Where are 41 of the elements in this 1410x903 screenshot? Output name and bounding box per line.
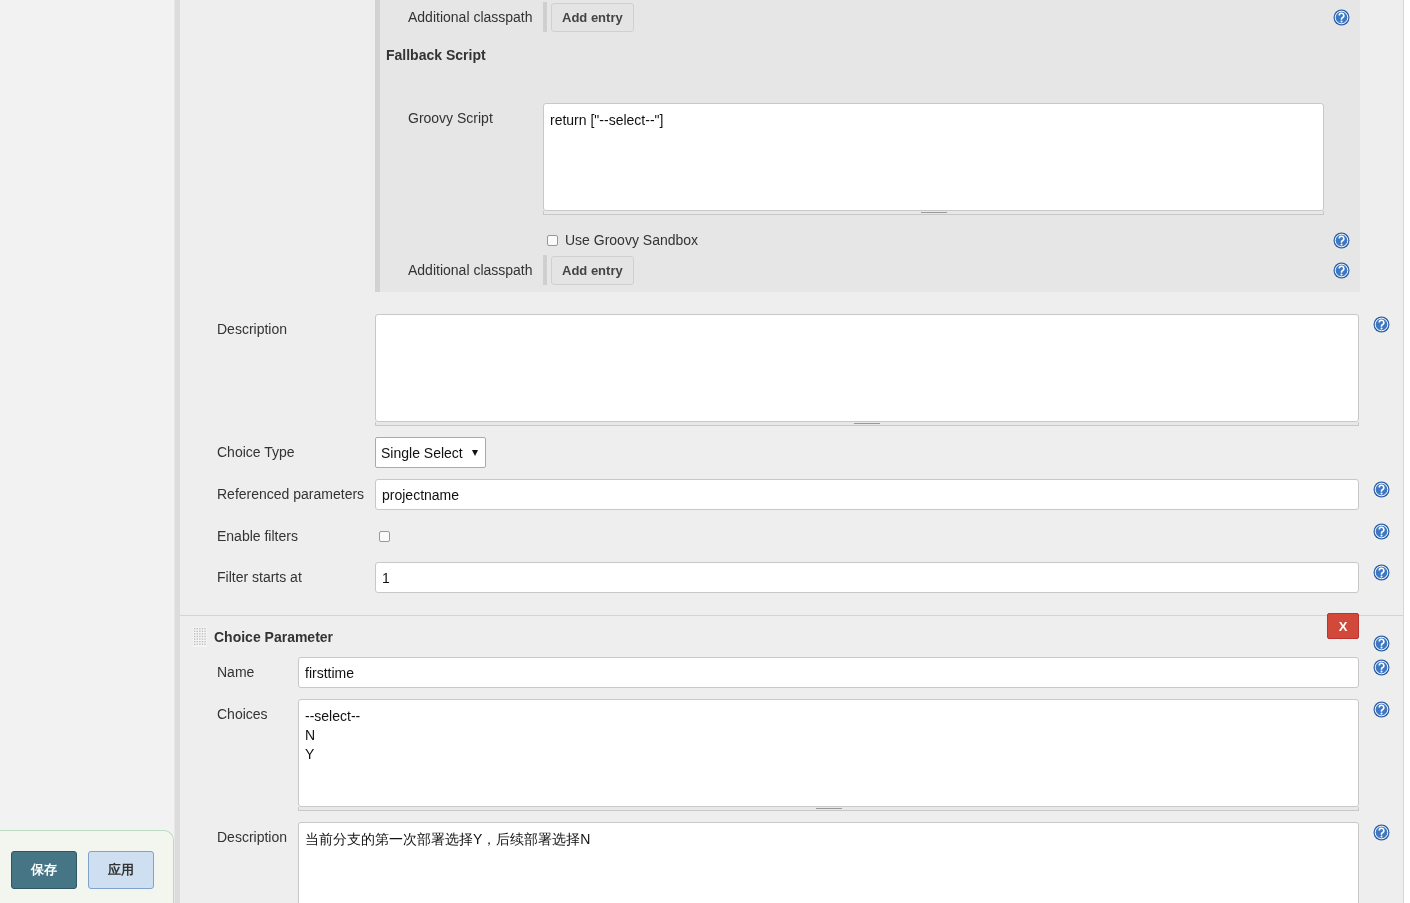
help-icon[interactable] — [1372, 316, 1390, 333]
save-button[interactable]: 保存 — [11, 851, 77, 889]
field-label: Choice Type — [216, 443, 296, 460]
dropdown[interactable]: Single Select — [375, 437, 486, 468]
field-label: Choices — [216, 705, 269, 722]
section-title: Choice Parameter — [214, 629, 334, 645]
field-label: Enable filters — [216, 527, 299, 544]
help-icon[interactable] — [1372, 701, 1390, 718]
help-icon[interactable] — [1333, 261, 1350, 279]
text-input[interactable]: 1 — [375, 562, 1359, 593]
help-icon[interactable] — [1333, 231, 1350, 249]
field-label: Referenced parameters — [216, 485, 366, 502]
text-input[interactable]: projectname — [375, 479, 1359, 510]
text-input[interactable]: firsttime — [298, 657, 1359, 688]
script-text-area[interactable]: return ["--select--"] — [543, 103, 1324, 211]
apply-button[interactable]: 应用 — [88, 851, 154, 889]
add-entry-button[interactable]: Add entry — [551, 255, 634, 285]
help-icon[interactable] — [1372, 824, 1390, 841]
caret-icon — [471, 449, 478, 456]
field-label: Description — [216, 828, 289, 845]
help-icon[interactable] — [1372, 523, 1390, 540]
text-area[interactable]: --select-- N Y — [298, 699, 1359, 807]
help-icon[interactable] — [1372, 564, 1390, 581]
checkbox[interactable] — [379, 530, 390, 542]
field-label: Name — [216, 663, 256, 680]
section-heading: Fallback Script — [385, 47, 487, 63]
field-label: Additional classpath — [407, 262, 534, 278]
delete-button[interactable]: X — [1327, 613, 1359, 639]
field-label: Groovy Script — [407, 109, 494, 126]
field-label: Description — [216, 320, 289, 337]
field-label: Additional classpath — [407, 9, 534, 25]
drag-handle-icon[interactable] — [193, 627, 207, 647]
help-icon[interactable] — [1372, 634, 1390, 652]
help-icon[interactable] — [1372, 481, 1390, 498]
text-area[interactable]: 当前分支的第一次部署选择Y，后续部署选择N — [298, 822, 1359, 903]
checkbox[interactable] — [547, 234, 558, 246]
field-label: Filter starts at — [216, 568, 303, 585]
add-entry-button[interactable]: Add entry — [551, 2, 634, 32]
help-icon[interactable] — [1372, 659, 1390, 676]
checkbox-label: Use Groovy Sandbox — [565, 232, 699, 248]
help-icon[interactable] — [1333, 8, 1350, 26]
